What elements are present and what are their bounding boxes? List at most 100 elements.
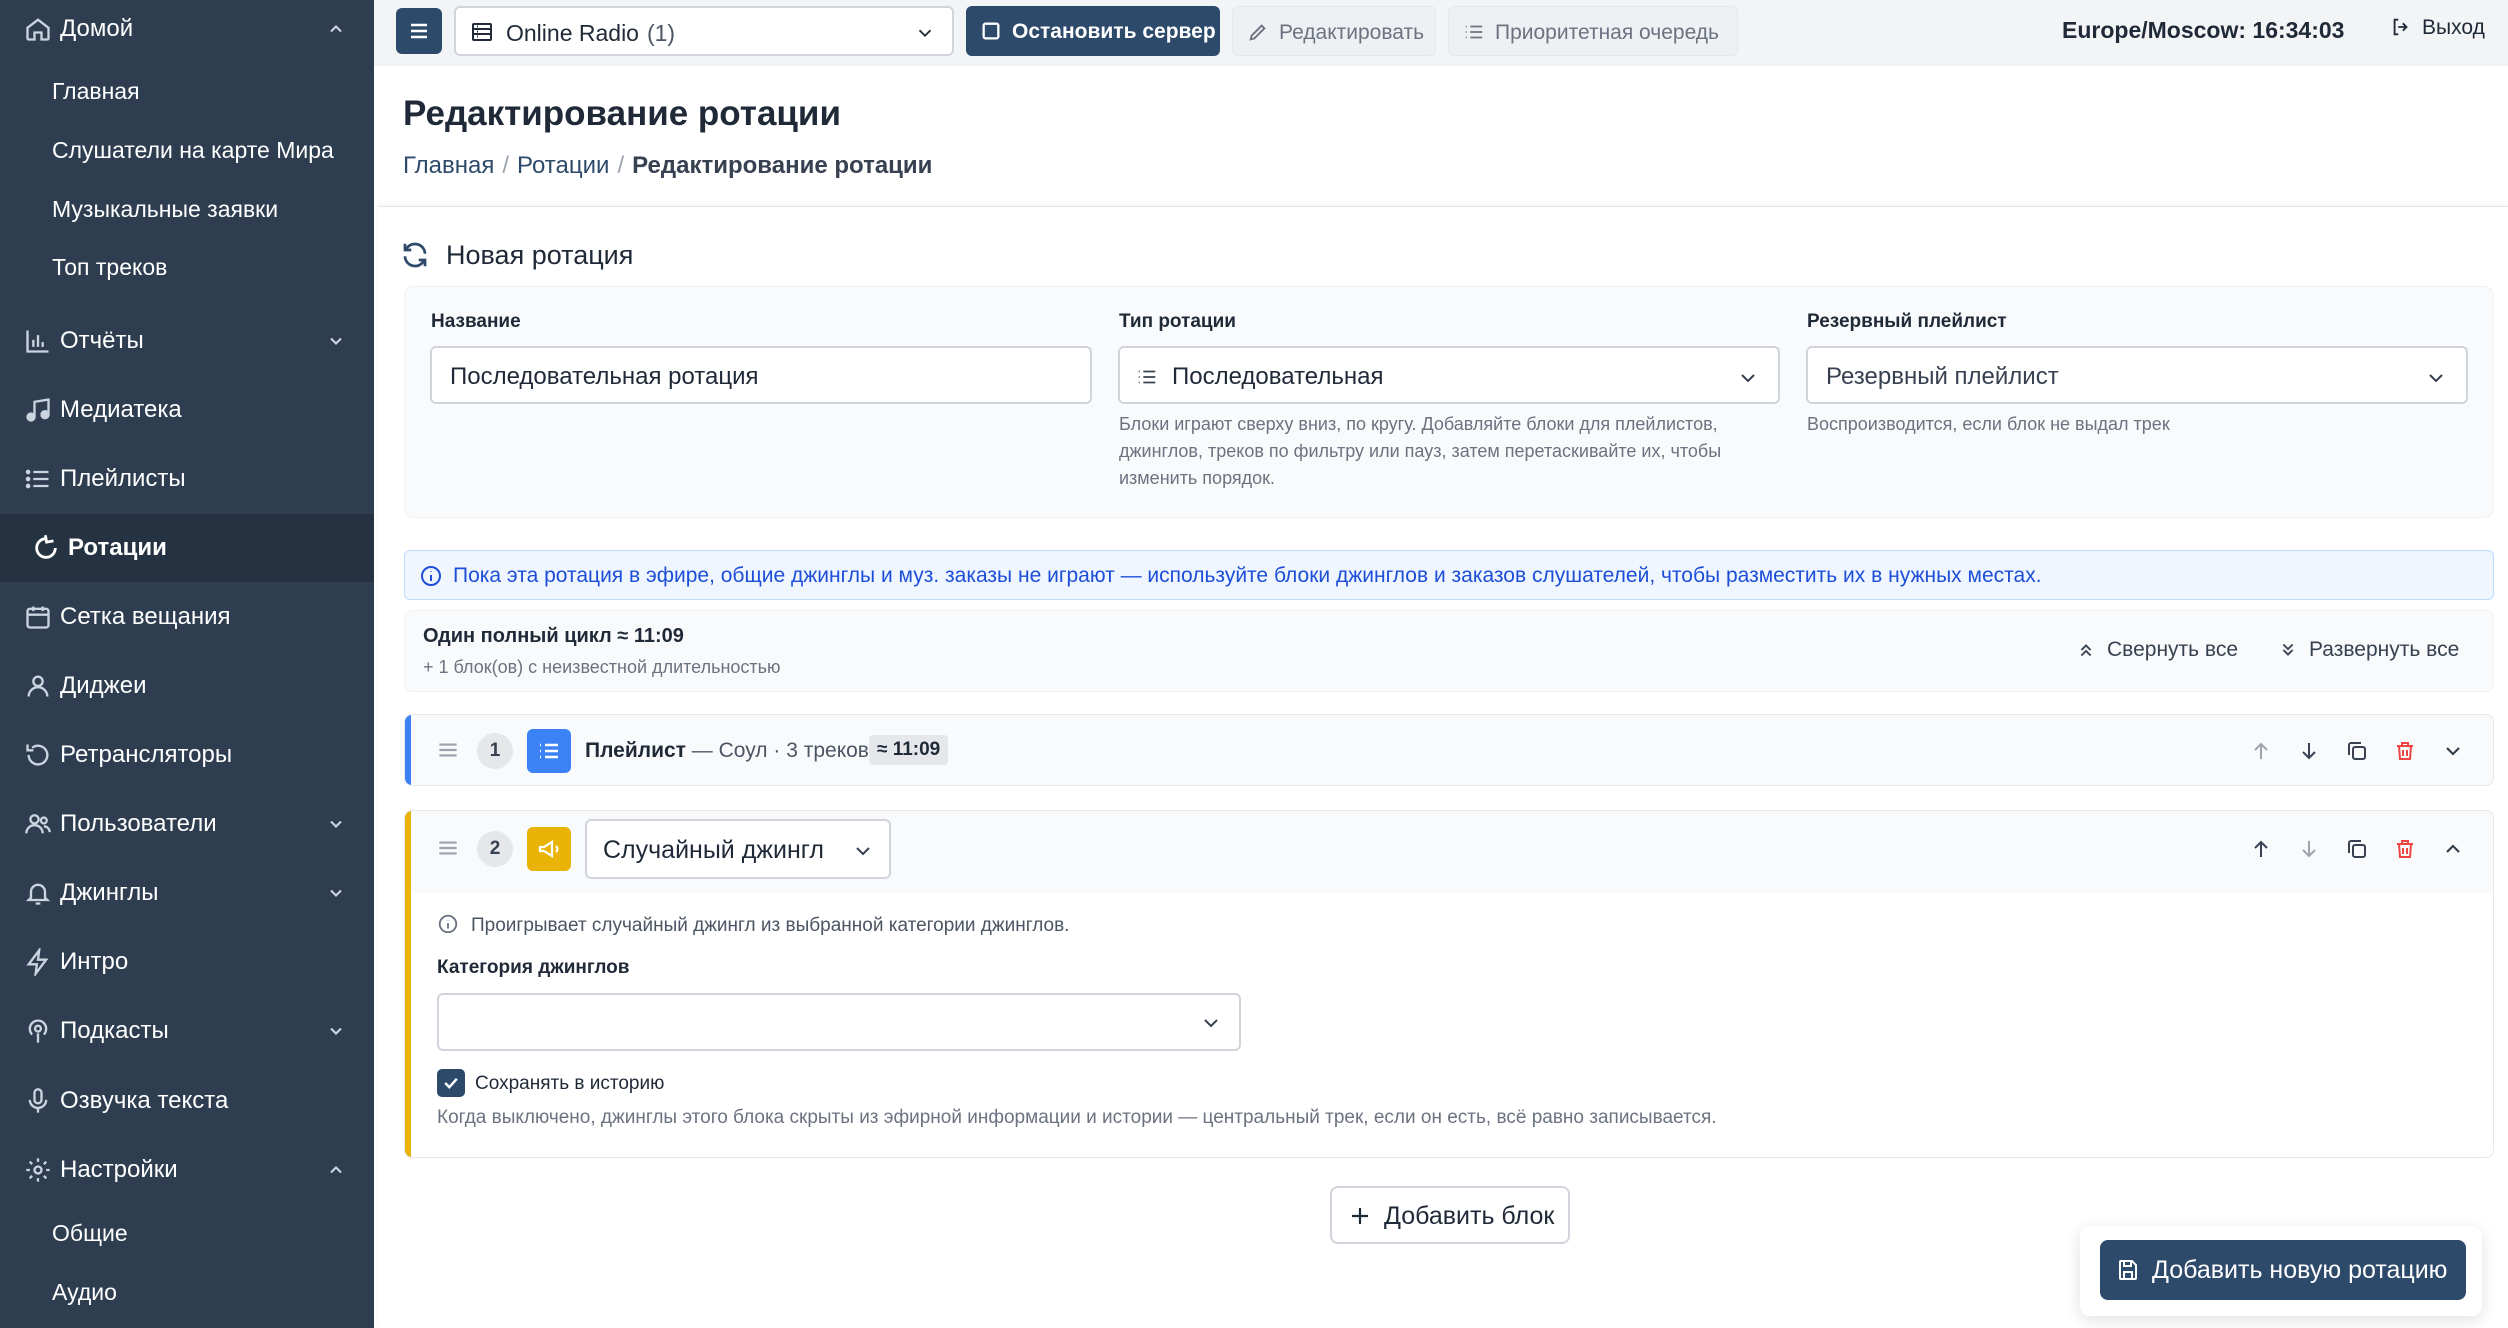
edit-label: Редактировать (1279, 21, 1425, 44)
chevron-up-icon[interactable] (2441, 837, 2465, 861)
sidebar-item-jingles[interactable]: Джинглы (0, 870, 374, 916)
cycle-summary: Один полный цикл ≈ 11:09 + 1 блок(ов) с … (404, 610, 2494, 692)
relay-icon (24, 741, 52, 769)
block-number: 2 (477, 831, 513, 867)
sidebar-item-media-library[interactable]: Медиатека (0, 387, 374, 433)
breadcrumb-separator: / (502, 152, 510, 179)
sidebar-item-label: Озвучка текста (60, 1087, 229, 1114)
server-clock: Europe/Moscow: 16:34:03 (2062, 17, 2345, 43)
topbar: Online Radio (1) Остановить сервер Редакт… (374, 0, 2508, 66)
users-icon (24, 810, 52, 838)
sidebar-item-label: Сетка вещания (60, 603, 231, 630)
sidebar-item-intro[interactable]: Интро (0, 939, 374, 985)
breadcrumb-home[interactable]: Главная (403, 152, 494, 179)
station-select[interactable]: Online Radio (1) (454, 6, 954, 56)
sidebar-item-reports[interactable]: Отчёты (0, 318, 374, 364)
list-icon (1463, 21, 1485, 43)
block-type-select[interactable]: Случайный джингл (585, 819, 891, 879)
stop-server-label: Остановить сервер (1012, 20, 1216, 43)
card-title-text: Новая ротация (446, 240, 634, 270)
sidebar-subitem-audio[interactable]: Аудио (52, 1279, 117, 1306)
drag-handle-icon[interactable] (435, 835, 461, 861)
info-icon (419, 564, 443, 588)
sidebar-item-settings[interactable]: Настройки (0, 1147, 374, 1193)
sidebar-item-playlists[interactable]: Плейлисты (0, 456, 374, 502)
sidebar-subitem-music-requests[interactable]: Музыкальные заявки (52, 196, 278, 223)
sidebar-item-label: Настройки (60, 1156, 178, 1183)
sidebar-subitem-main[interactable]: Главная (52, 78, 140, 105)
sidebar-item-tts[interactable]: Озвучка текста (0, 1078, 374, 1124)
rotation-type-select[interactable]: Последовательная (1118, 346, 1780, 404)
bell-icon (24, 879, 52, 907)
edit-button[interactable]: Редактировать (1232, 6, 1436, 56)
drag-handle-icon[interactable] (435, 737, 461, 763)
move-up-icon[interactable] (2249, 837, 2273, 861)
save-history-help: Когда выключено, джинглы этого блока скр… (437, 1107, 1717, 1128)
stop-server-button[interactable]: Остановить сервер (966, 6, 1220, 56)
backup-playlist-label: Резервный плейлист (1807, 311, 2007, 332)
rotation-type-label: Тип ротации (1119, 311, 1236, 332)
sidebar-item-label: Ротации (68, 534, 167, 561)
sidebar-item-relays[interactable]: Ретрансляторы (0, 732, 374, 778)
save-history-checkbox[interactable] (437, 1069, 465, 1097)
pencil-icon (1247, 21, 1269, 43)
backup-playlist-placeholder: Резервный плейлист (1826, 363, 2059, 390)
stop-square-icon (980, 20, 1002, 42)
sidebar-item-label: Отчёты (60, 327, 144, 354)
sidebar-item-home[interactable]: Домой (0, 6, 374, 52)
move-up-icon[interactable] (2249, 739, 2273, 763)
name-label: Название (431, 311, 521, 332)
sidebar-item-users[interactable]: Пользователи (0, 801, 374, 847)
add-rotation-button[interactable]: Добавить новую ротацию (2100, 1240, 2466, 1300)
sidebar-subitem-general[interactable]: Общие (52, 1220, 128, 1247)
chevron-down-icon (1736, 366, 1760, 390)
server-icon (470, 20, 494, 44)
chevron-down-icon[interactable] (2441, 739, 2465, 763)
block-number: 1 (477, 733, 513, 769)
trash-icon[interactable] (2393, 739, 2417, 763)
sidebar-subitem-top-tracks[interactable]: Топ треков (52, 254, 167, 281)
calendar-icon (24, 603, 52, 631)
playlist-type-icon (527, 729, 571, 773)
rotation-type-value: Последовательная (1172, 363, 1384, 390)
block-actions (2249, 835, 2479, 863)
breadcrumb-rotations[interactable]: Ротации (517, 152, 609, 179)
sidebar-item-podcasts[interactable]: Подкасты (0, 1008, 374, 1054)
sidebar-subitem-listeners-map[interactable]: Слушатели на карте Мира (52, 137, 334, 164)
rotation-block-jingle[interactable]: 2 Случайный джингл Проигрывает случайный… (404, 810, 2494, 1158)
save-history-label[interactable]: Сохранять в историю (475, 1073, 664, 1095)
chart-bars-icon (24, 327, 52, 355)
add-rotation-label: Добавить новую ротацию (2152, 1256, 2448, 1284)
chevron-down-icon (851, 839, 875, 863)
jingle-category-select[interactable] (437, 993, 1241, 1051)
priority-queue-button[interactable]: Приоритетная очередь (1448, 6, 1738, 56)
trash-icon[interactable] (2393, 837, 2417, 861)
add-block-button[interactable]: Добавить блок (1330, 1186, 1570, 1244)
help-line: джинглов, треков по фильтру или пауз, за… (1119, 441, 1722, 461)
move-down-icon[interactable] (2297, 739, 2321, 763)
sidebar-item-label: Джинглы (60, 879, 159, 906)
sidebar: Домой Главная Слушатели на карте Мира Му… (0, 0, 374, 1328)
sidebar-item-djs[interactable]: Диджеи (0, 663, 374, 709)
block-description: — Соул · 3 треков (685, 739, 869, 762)
copy-icon[interactable] (2345, 739, 2369, 763)
block-type-select-value: Случайный джингл (603, 836, 824, 864)
name-input[interactable]: Последовательная ротация (430, 346, 1092, 404)
move-down-icon[interactable] (2297, 837, 2321, 861)
sidebar-item-rotations[interactable]: Ротации (0, 514, 374, 582)
block-actions (2249, 737, 2479, 765)
breadcrumb: Главная / Ротации / Редактирование ротации (403, 152, 932, 180)
rotation-block-playlist[interactable]: 1 Плейлист — Соул · 3 треков ≈ 11:09 (404, 714, 2494, 786)
info-alert: Пока эта ротация в эфире, общие джинглы … (404, 550, 2494, 600)
station-name: Online Radio (506, 20, 639, 46)
chevron-down-icon (326, 331, 346, 351)
chevron-down-icon (914, 22, 936, 44)
chevrons-up-icon (2075, 639, 2097, 661)
sidebar-item-schedule[interactable]: Сетка вещания (0, 594, 374, 640)
backup-playlist-select[interactable]: Резервный плейлист (1806, 346, 2468, 404)
name-input-value: Последовательная ротация (450, 363, 759, 390)
plus-icon (1348, 1204, 1372, 1228)
logout-icon (2390, 16, 2412, 38)
menu-toggle-button[interactable] (396, 8, 442, 54)
copy-icon[interactable] (2345, 837, 2369, 861)
